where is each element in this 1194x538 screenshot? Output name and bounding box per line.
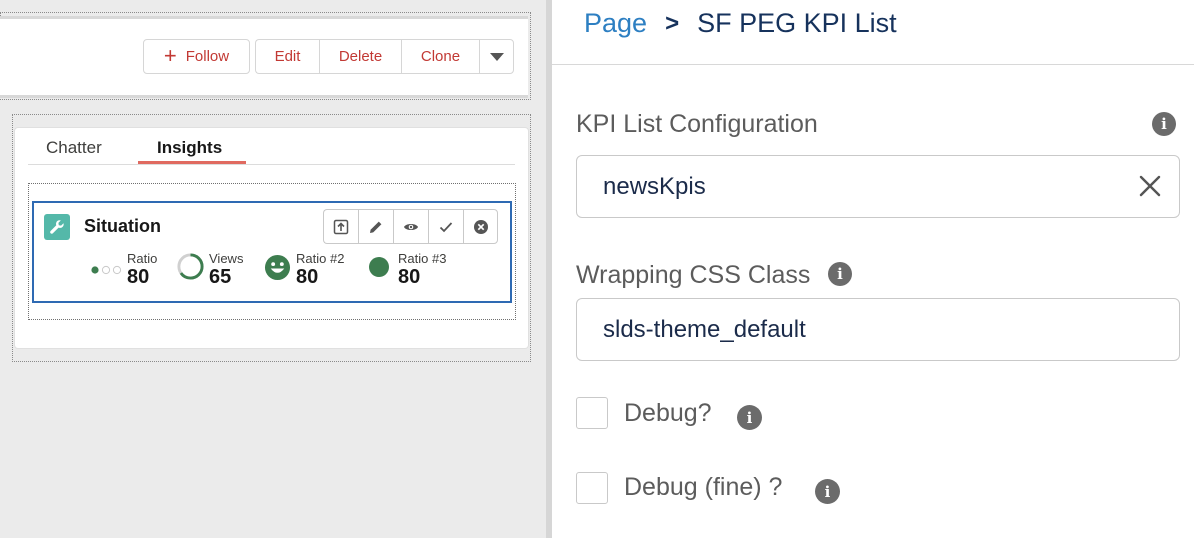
kpi-config-value: newsKpis [603,172,706,200]
close-circle-icon [473,219,488,234]
export-button[interactable] [323,209,358,244]
delete-button[interactable]: Delete [319,39,401,74]
debug-label: Debug? [624,399,712,427]
info-icon[interactable]: i [1152,112,1176,136]
plus-icon: + [163,42,177,68]
follow-label: Follow [185,48,230,65]
kpi-card-actions [323,209,498,244]
breadcrumb-current: SF PEG KPI List [697,8,897,38]
tabs-divider [28,164,515,165]
tab-insights[interactable]: Insights [157,138,222,158]
kpi-config-input[interactable]: newsKpis [576,155,1180,218]
debug-checkbox[interactable] [576,397,608,429]
check-button[interactable] [428,209,463,244]
info-icon[interactable]: i [737,405,762,430]
breadcrumb-separator: > [665,9,680,37]
chevron-down-icon [489,52,504,61]
view-icon [404,223,418,230]
clear-icon[interactable] [1136,172,1164,200]
kpi-value: 80 [127,266,150,288]
clone-button[interactable]: Clone [401,39,479,74]
tab-chatter[interactable]: Chatter [46,138,102,158]
info-icon[interactable]: i [815,479,840,504]
record-actions: Edit Delete Clone [255,39,514,74]
progress-dots-icon [91,265,122,275]
progress-ring-icon [177,253,204,280]
more-actions-button[interactable] [479,39,514,74]
debug-fine-label: Debug (fine) ? [624,473,783,501]
follow-button[interactable]: + Follow [143,39,250,74]
kpi-value: 80 [296,266,319,288]
kpi-label: Ratio #3 [398,251,447,266]
check-icon [439,221,453,232]
wrench-icon [44,214,70,240]
kpi-config-label: KPI List Configuration [576,110,818,138]
css-class-input[interactable]: slds-theme_default [576,298,1180,361]
edit-icon [370,221,382,233]
kpi-label: Views [209,251,244,266]
breadcrumb-page-link[interactable]: Page [584,8,647,39]
kpi-value: 80 [398,266,421,288]
status-dot-icon [369,257,389,277]
view-button[interactable] [393,209,428,244]
panel-header-divider [552,64,1194,65]
edit-button-kpi[interactable] [358,209,393,244]
close-button[interactable] [463,209,498,244]
edit-button[interactable]: Edit [255,39,319,74]
info-icon[interactable]: i [828,262,852,286]
kpi-label: Ratio [127,251,158,266]
kpi-label: Ratio #2 [296,251,345,266]
smiley-icon [264,254,291,281]
breadcrumb: Page > SF PEG KPI List [584,8,897,39]
kpi-card-title: Situation [84,216,161,236]
debug-fine-checkbox[interactable] [576,472,608,504]
export-icon [333,219,349,234]
kpi-value: 65 [209,266,232,288]
css-class-label: Wrapping CSS Class [576,261,811,289]
css-class-value: slds-theme_default [603,315,806,343]
